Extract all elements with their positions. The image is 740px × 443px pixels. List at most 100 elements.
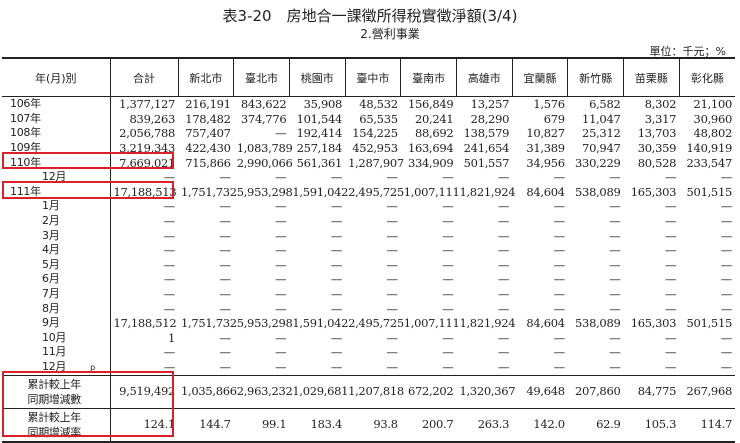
table-cell: 1,007,111 (403, 316, 460, 331)
table-cell: — (720, 301, 733, 316)
row-label-text: 5月 (42, 257, 60, 271)
table-cell: — (553, 170, 566, 185)
table-cell: 1,207,818 (345, 374, 404, 409)
row-label-text: 11月 (42, 345, 67, 359)
table-cell: — (720, 287, 733, 302)
table-cell: — (720, 257, 733, 272)
table-cell: 715,866 (185, 155, 231, 170)
table-cell: 8,302 (644, 97, 677, 112)
table-cell: — (275, 170, 287, 185)
table-cell: — (442, 272, 454, 287)
table-cell: — (442, 214, 454, 229)
table-cell: — (275, 243, 287, 258)
table-cell: — (553, 272, 566, 287)
highlight-box-summary (2, 371, 174, 437)
table-cell: — (609, 272, 621, 287)
table-cell: — (330, 257, 343, 272)
table-cell: 49,648 (512, 374, 568, 409)
table-cell: 84,604 (526, 184, 565, 199)
table-cell: — (664, 287, 677, 302)
table-cell: 138,579 (463, 126, 510, 141)
table-cell: — (219, 330, 231, 345)
table-cell: — (497, 360, 510, 375)
table-cell: — (330, 287, 343, 302)
table-cell: 330,229 (575, 155, 621, 170)
table-cell: 1,591,042 (292, 184, 349, 199)
table-cell: — (163, 287, 176, 302)
table-cell: — (275, 257, 287, 272)
table-cell: — (219, 228, 231, 243)
table-cell: — (720, 330, 733, 345)
row-label: 106年 (2, 96, 111, 112)
table-cell: 35,908 (303, 97, 343, 112)
table-cell: 2,495,725 (348, 316, 404, 331)
table-cell: 13,257 (470, 97, 510, 112)
table-cell: — (553, 243, 566, 258)
table-cell: 2,963,232 (233, 374, 293, 409)
row-label: 4月 (2, 242, 111, 258)
table-cell: — (553, 301, 566, 316)
table-cell: — (386, 170, 399, 185)
table-cell: — (442, 301, 454, 316)
table-cell: 216,191 (185, 97, 231, 112)
table-cell: — (497, 272, 510, 287)
table-cell: — (664, 243, 677, 258)
table-cell: — (664, 301, 677, 316)
header-row: 年(月)別 合計 新北市 臺北市 桃園市 臺中市 臺南市 高雄市 宜蘭縣 新竹縣 苗栗縣 彰化縣 (2, 57, 735, 97)
table-row: 4月 — — — — — — — — — — — (2, 242, 735, 258)
table-cell: — (609, 170, 621, 185)
table-cell: — (330, 199, 343, 214)
table-cell: — (664, 345, 677, 360)
table-cell: 6,582 (589, 97, 621, 112)
table-cell: 241,654 (463, 141, 510, 156)
table-cell: — (664, 214, 677, 229)
table-cell: 334,909 (407, 155, 454, 170)
table-cell: 2,990,066 (236, 155, 293, 170)
table-row: 1月 — — — — — — — — — — — (2, 199, 735, 214)
table-cell: 538,089 (575, 184, 621, 199)
table-cell: 839,263 (129, 111, 176, 126)
table-cell: — (720, 243, 733, 258)
table-cell: — (163, 243, 176, 258)
table-cell: 154,225 (352, 126, 398, 141)
table-cell: 13,703 (637, 126, 677, 141)
row-label: 7月 (2, 286, 111, 302)
column-header: 臺北市 (233, 57, 290, 97)
table-cell: 80,528 (637, 155, 677, 170)
table-cell: — (664, 272, 677, 287)
table-row: 9月 17,188,512 1,751,732 5,953,298 1,591,042 2… (2, 315, 735, 331)
table-cell: — (386, 243, 399, 258)
table-cell: 422,430 (185, 141, 231, 156)
table-row: 107年 839,263 178,482 374,776 101,544 65,535 20… (2, 111, 735, 127)
table-cell: — (720, 360, 733, 375)
table-cell: 1,287,907 (348, 155, 404, 170)
table-cell: — (163, 257, 176, 272)
table-cell: — (219, 287, 231, 302)
table-cell: — (497, 243, 510, 258)
table-cell: 672,202 (400, 374, 457, 409)
table-cell: — (219, 345, 231, 360)
table-cell: — (664, 199, 677, 214)
table-row: 10月 1 — — — — — — — — — — (2, 330, 735, 346)
table-subtitle: 2.營利事業 (360, 27, 420, 41)
table-cell: 48,532 (359, 97, 398, 112)
table-cell: 30,960 (693, 111, 733, 126)
table-cell: 84,775 (623, 374, 680, 409)
table-cell: 70,947 (582, 141, 621, 156)
table-cell: 165,303 (630, 316, 677, 331)
table-cell: — (330, 228, 343, 243)
table-title: 表3-20 房地合一課徵所得稅實徵淨額(3/4) (222, 7, 518, 25)
row-label: 9月 (2, 315, 111, 331)
table-cell: 21,100 (693, 97, 733, 112)
table-cell: 1,029,681 (289, 374, 349, 409)
table-cell: 1,007,111 (403, 184, 460, 199)
table-cell: — (609, 214, 621, 229)
row-label-text: 106年 (10, 97, 41, 111)
table-cell: 452,953 (352, 141, 398, 156)
table-cell: — (330, 301, 343, 316)
table-cell: 1,591,042 (292, 316, 349, 331)
table-row: 8月 — — — — — — — — — — — (2, 301, 735, 316)
table-cell: — (553, 214, 566, 229)
table-row: 108年 2,056,788 757,407 — 192,414 154,225 88,69… (2, 126, 735, 141)
table-cell: — (553, 257, 566, 272)
